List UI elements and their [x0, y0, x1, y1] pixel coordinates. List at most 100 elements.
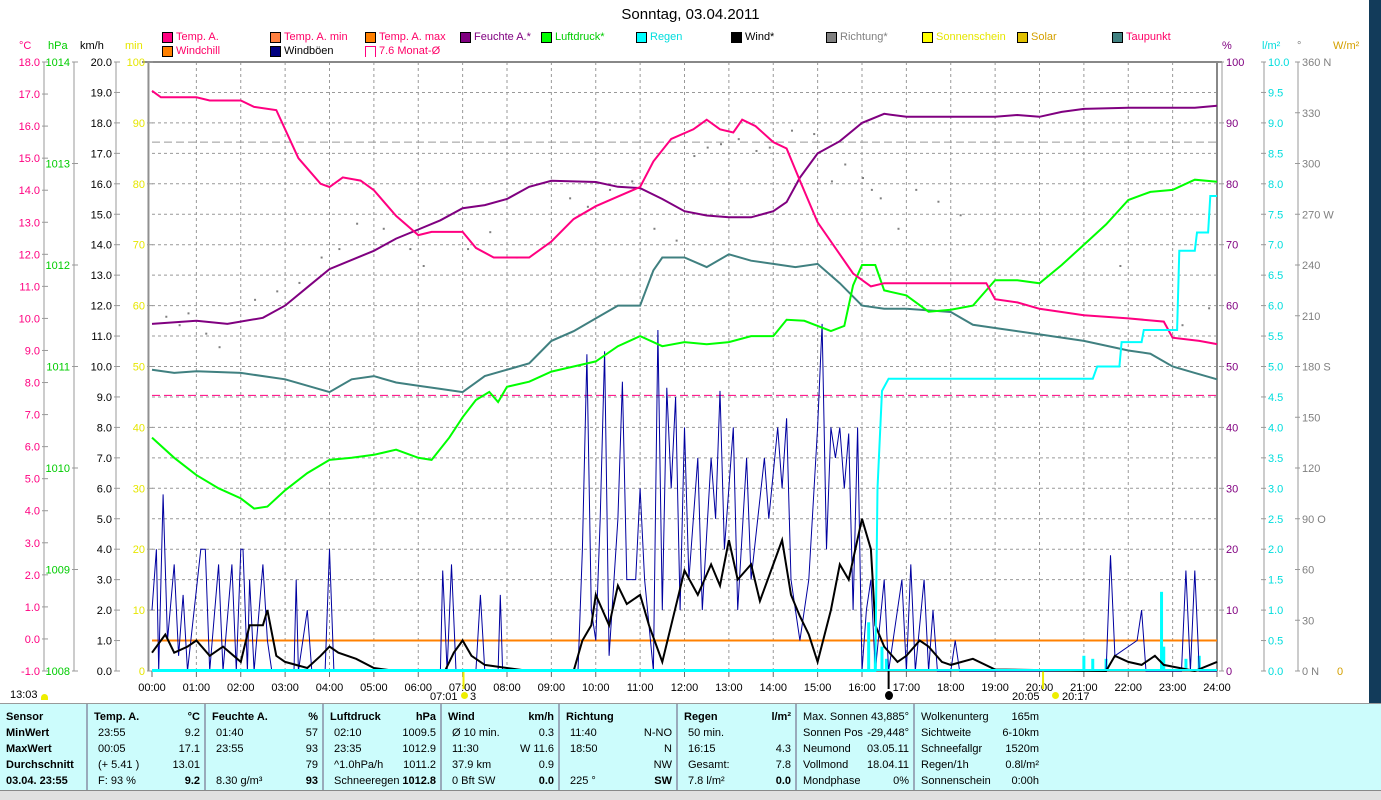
- axis-tick-label-celsius: 14.0: [19, 185, 40, 197]
- info-label: Mondphase: [803, 775, 861, 787]
- column-unit: hPa: [415, 711, 436, 723]
- cell-label: ^1.0hPa/h: [334, 759, 384, 771]
- direction-dot: [675, 239, 678, 242]
- direction-dot: [1181, 324, 1184, 327]
- column-header: Regen: [684, 711, 718, 723]
- x-tick-label: 09:00: [538, 682, 566, 694]
- header-sensor: Sensor: [6, 711, 44, 723]
- axis-tick-label-celsius: 7.0: [25, 410, 40, 422]
- axis-tick-label-celsius: 10.0: [19, 313, 40, 325]
- info-value: 0.8l/m²: [1005, 759, 1039, 771]
- cell-label: 23:55: [98, 727, 126, 739]
- axis-tick-label-celsius: 9.0: [25, 345, 40, 357]
- legend-item: Windböen: [270, 45, 334, 57]
- legend-swatch: [922, 31, 933, 43]
- sun-left-time: 13:03: [10, 689, 38, 701]
- axis-tick-label-kmh: 18.0: [91, 118, 112, 130]
- cell-value: 93: [305, 775, 318, 787]
- axis-tick-label-celsius: 12.0: [19, 249, 40, 261]
- legend-swatch: [541, 31, 552, 43]
- axis-tick-label-percent: 40: [1226, 422, 1238, 434]
- direction-dot: [937, 200, 940, 203]
- axis-tick-label-kmh: 13.0: [91, 270, 112, 282]
- col-temp: Temp. A. °C 23:55 9.2 00:05 17.1 (+ 5.41 ) 13.0…: [88, 704, 206, 791]
- direction-dot: [356, 222, 359, 225]
- direction-dot: [693, 155, 696, 158]
- axis-tick-label-deg: 300: [1302, 159, 1320, 171]
- info-label: Max. Sonnen: [803, 711, 868, 723]
- legend-label: Windchill: [176, 45, 221, 57]
- axis-tick-label-percent: 30: [1226, 483, 1238, 495]
- x-tick-label: 15:00: [804, 682, 832, 694]
- x-tick-label: 14:00: [759, 682, 787, 694]
- cell-value: 9.2: [184, 727, 200, 739]
- axis-tick-label-kmh: 9.0: [97, 392, 112, 404]
- cell-value: N-NO: [643, 727, 672, 739]
- cell-label: 0 Bft SW: [452, 775, 496, 787]
- axis-tick-label-min: 30: [133, 483, 145, 495]
- direction-dot: [409, 248, 412, 251]
- cell-label: 02:10: [334, 727, 362, 739]
- axis-tick-label-lm2: 10.0: [1268, 57, 1289, 69]
- column-header: Richtung: [566, 711, 614, 723]
- axis-tick-label-deg: 30: [1302, 615, 1314, 627]
- cell-value: 79: [305, 759, 318, 771]
- x-tick-label: 03:00: [271, 682, 299, 694]
- col-sensor: Sensor MinWert MaxWert Durchschnitt 03.0…: [0, 704, 88, 791]
- axis-tick-label-celsius: 0.0: [25, 634, 40, 646]
- axis-tick-label-celsius: 1.0: [25, 602, 40, 614]
- info-value: 03.05.11: [866, 743, 909, 755]
- axis-tick-label-wm2: 0: [1337, 666, 1343, 678]
- axis-tick-label-celsius: 2.0: [25, 570, 40, 582]
- col-wind: Wind km/h Ø 10 min. 0.3 11:30 W 11.6 37.9 km 0.…: [442, 704, 560, 791]
- axis-tick-label-celsius: 5.0: [25, 474, 40, 486]
- direction-dot: [489, 231, 492, 234]
- cell-value: 93: [305, 743, 318, 755]
- weather-chart: 18.0 17.0 16.0 15.0 14.0 13.0 12.0 11.0 10.0 9.0 8…: [19, 57, 1344, 694]
- moon-icon: [885, 691, 893, 700]
- direction-dot: [959, 214, 962, 217]
- axis-tick-label-lm2: 5.5: [1268, 331, 1283, 343]
- direction-dot: [1208, 307, 1211, 310]
- axis-tick-label-min: 80: [133, 179, 145, 191]
- legend-item: Taupunkt: [1112, 31, 1171, 43]
- cell-label: 01:40: [216, 727, 244, 739]
- axis-tick-label-lm2: 2.5: [1268, 514, 1283, 526]
- x-tick-label: 19:00: [981, 682, 1009, 694]
- axis-tick-label-min: 70: [133, 240, 145, 252]
- axis-tick-label-lm2: 8.0: [1268, 179, 1283, 191]
- legend-swatch: [162, 31, 173, 43]
- x-tick-label: 23:00: [1159, 682, 1187, 694]
- legend-label: 7.6 Monat-Ø: [379, 45, 441, 57]
- axis-tick-label-percent: 20: [1226, 544, 1238, 556]
- unit-percent: %: [1222, 40, 1232, 52]
- axis-tick-label-celsius: 11.0: [19, 281, 40, 293]
- column-unit: %: [308, 711, 318, 723]
- cell-value: 9.2: [184, 775, 200, 787]
- col-misc: Wolkenunterg 165m Sichtweite 6-10km Schneefa…: [915, 704, 1043, 791]
- grid: [152, 62, 1217, 671]
- column-header: Temp. A.: [94, 711, 140, 723]
- direction-dot: [706, 146, 709, 149]
- axis-tick-label-lm2: 5.0: [1268, 362, 1283, 374]
- direction-dot: [653, 227, 656, 230]
- legend-label: Solar: [1031, 31, 1057, 43]
- legend-swatch: [1112, 31, 1123, 43]
- axis-tick-label-min: 60: [133, 301, 145, 313]
- axis-tick-label-kmh: 4.0: [97, 544, 112, 556]
- axis-tick-label-lm2: 7.0: [1268, 240, 1283, 252]
- legend-item: Regen: [636, 31, 682, 43]
- direction-dot: [915, 188, 918, 191]
- axis-tick-label-lm2: 9.0: [1268, 118, 1283, 130]
- direction-dot: [813, 133, 816, 136]
- axis-tick-label-percent: 90: [1226, 118, 1238, 130]
- axis-tick-label-lm2: 7.5: [1268, 209, 1283, 221]
- col-rain: Regen l/m² 50 min. 16:15 4.3 Gesamt: 7.8 7.8 l/…: [678, 704, 797, 791]
- info-label: Sonnenschein: [921, 775, 991, 787]
- axis-tick-label-kmh: 17.0: [91, 148, 112, 160]
- cell-value: 57: [305, 727, 318, 739]
- rain-rate-bar: [1162, 646, 1166, 671]
- cell-label: Gesamt:: [688, 759, 730, 771]
- axis-tick-label-kmh: 10.0: [91, 362, 112, 374]
- cell-label: 11:40: [570, 727, 597, 739]
